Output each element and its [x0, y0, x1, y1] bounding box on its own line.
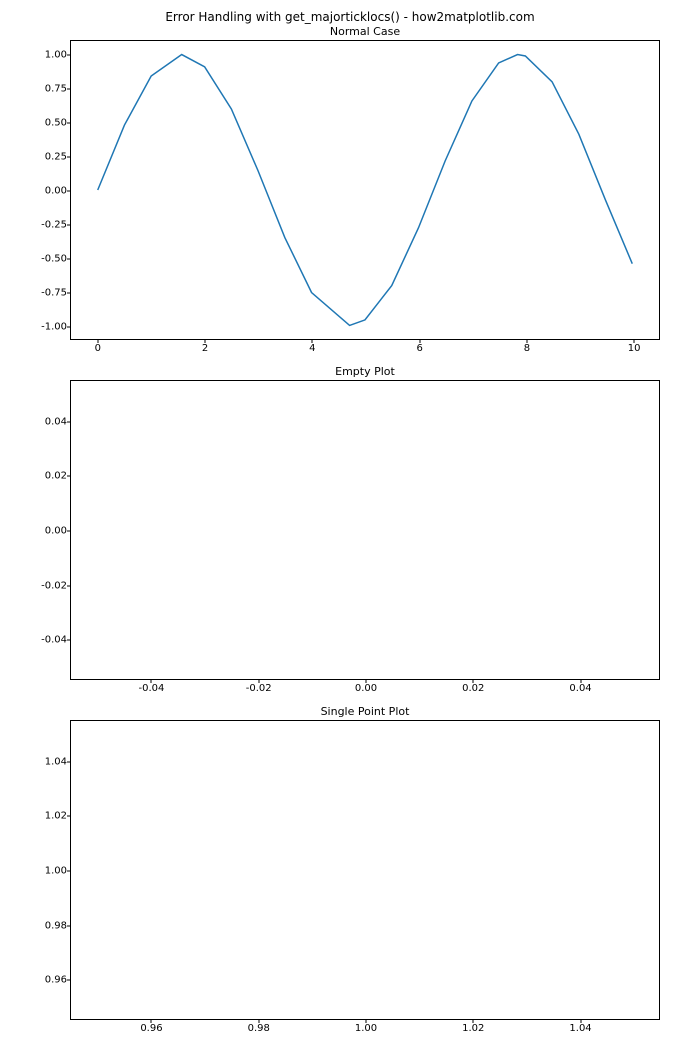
- axes-title: Single Point Plot: [71, 705, 659, 718]
- y-tick-label: -0.25: [27, 220, 67, 231]
- y-tick-label: 0.04: [27, 416, 67, 427]
- x-tick-label: 6: [416, 343, 422, 354]
- y-tick-mark: [67, 816, 71, 817]
- scatter-plot: [71, 721, 659, 1019]
- y-tick-mark: [67, 122, 71, 123]
- y-tick-mark: [67, 585, 71, 586]
- figure: Error Handling with get_majorticklocs() …: [0, 0, 700, 1050]
- x-tick-label: 0.96: [140, 1023, 162, 1034]
- y-tick-label: 0.00: [27, 186, 67, 197]
- x-tick-label: 0.98: [248, 1023, 270, 1034]
- y-tick-mark: [67, 871, 71, 872]
- line-plot: [71, 381, 659, 679]
- y-tick-mark: [67, 293, 71, 294]
- data-line: [98, 55, 633, 326]
- y-tick-mark: [67, 191, 71, 192]
- y-tick-label: 0.96: [27, 975, 67, 986]
- y-tick-mark: [67, 925, 71, 926]
- y-tick-label: 0.50: [27, 117, 67, 128]
- y-tick-label: 1.00: [27, 49, 67, 60]
- y-tick-mark: [67, 476, 71, 477]
- y-tick-mark: [67, 327, 71, 328]
- y-tick-label: 0.98: [27, 920, 67, 931]
- x-tick-label: -0.02: [246, 683, 272, 694]
- x-tick-label: 10: [628, 343, 641, 354]
- x-tick-label: 1.02: [462, 1023, 484, 1034]
- x-tick-label: -0.04: [139, 683, 165, 694]
- y-tick-label: 0.02: [27, 471, 67, 482]
- axes-title: Empty Plot: [71, 365, 659, 378]
- y-tick-label: 0.25: [27, 151, 67, 162]
- x-tick-label: 4: [309, 343, 315, 354]
- y-tick-mark: [67, 259, 71, 260]
- x-tick-label: 2: [202, 343, 208, 354]
- axes-title: Normal Case: [71, 25, 659, 38]
- axes-empty-plot: Empty Plot -0.04-0.020.000.020.04-0.04-0…: [70, 380, 660, 680]
- x-tick-label: 0: [95, 343, 101, 354]
- axes-normal-case: Normal Case 0246810-1.00-0.75-0.50-0.250…: [70, 40, 660, 340]
- y-tick-mark: [67, 761, 71, 762]
- y-tick-label: 0.75: [27, 83, 67, 94]
- y-tick-label: 1.04: [27, 756, 67, 767]
- axes-single-point: Single Point Plot 0.960.981.001.021.040.…: [70, 720, 660, 1020]
- x-tick-label: 0.02: [462, 683, 484, 694]
- x-tick-label: 0.00: [355, 683, 377, 694]
- figure-suptitle: Error Handling with get_majorticklocs() …: [0, 10, 700, 24]
- y-tick-label: 1.02: [27, 811, 67, 822]
- y-tick-label: -0.04: [27, 635, 67, 646]
- y-tick-mark: [67, 88, 71, 89]
- y-tick-mark: [67, 980, 71, 981]
- y-tick-label: 0.00: [27, 526, 67, 537]
- x-tick-label: 1.04: [569, 1023, 591, 1034]
- y-tick-label: 1.00: [27, 866, 67, 877]
- x-tick-label: 8: [524, 343, 530, 354]
- y-tick-mark: [67, 225, 71, 226]
- y-tick-mark: [67, 421, 71, 422]
- y-tick-mark: [67, 531, 71, 532]
- x-tick-label: 1.00: [355, 1023, 377, 1034]
- y-tick-label: -1.00: [27, 322, 67, 333]
- x-tick-label: 0.04: [569, 683, 591, 694]
- y-tick-label: -0.75: [27, 288, 67, 299]
- line-plot: [71, 41, 659, 339]
- y-tick-mark: [67, 640, 71, 641]
- y-tick-label: -0.50: [27, 254, 67, 265]
- y-tick-mark: [67, 156, 71, 157]
- y-tick-label: -0.02: [27, 580, 67, 591]
- y-tick-mark: [67, 54, 71, 55]
